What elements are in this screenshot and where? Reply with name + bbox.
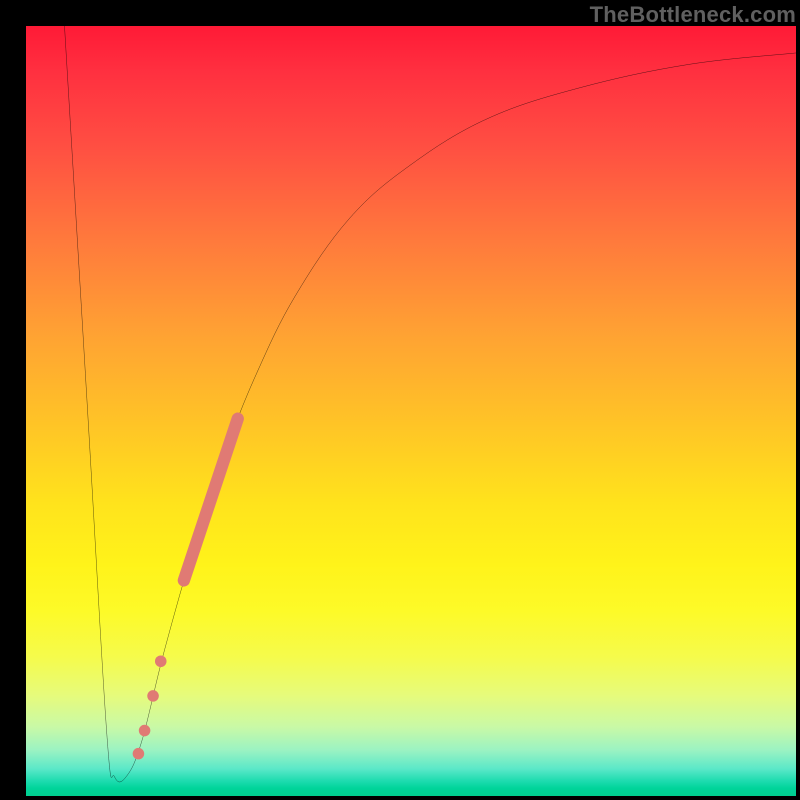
scatter-point — [155, 655, 167, 667]
chart-frame: TheBottleneck.com — [0, 0, 800, 800]
plot-area — [26, 26, 796, 796]
chart-svg — [26, 26, 796, 796]
scatter-dots — [133, 655, 167, 759]
scatter-point — [139, 725, 151, 737]
watermark-text: TheBottleneck.com — [590, 2, 796, 28]
scatter-segment — [184, 419, 238, 581]
bottleneck-curve — [65, 26, 797, 782]
scatter-point — [147, 690, 159, 702]
scatter-point — [133, 748, 145, 760]
